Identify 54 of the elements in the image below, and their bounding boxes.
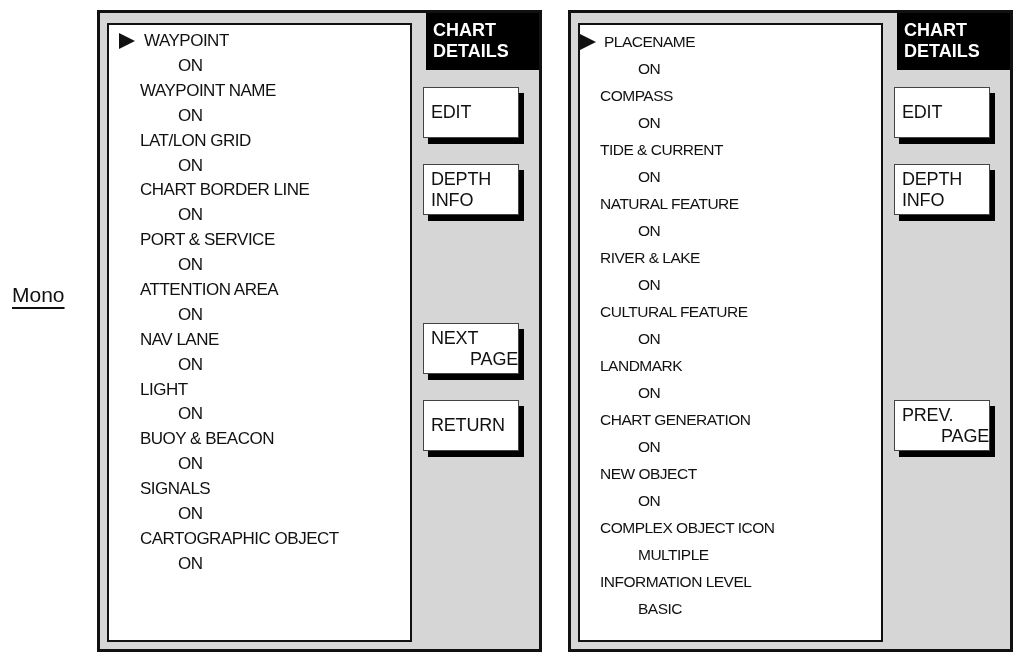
setting-value: ON: [178, 505, 203, 524]
menu-title: CHART DETAILS: [897, 13, 1010, 70]
soft-key[interactable]: NEXT PAGE: [423, 323, 524, 380]
setting-name[interactable]: LIGHT: [140, 380, 188, 400]
mode-caption: Mono: [12, 283, 65, 306]
setting-value: ON: [178, 206, 203, 225]
setting-value: ON: [178, 455, 203, 474]
soft-key[interactable]: EDIT: [423, 87, 524, 144]
setting-name[interactable]: SIGNALS: [140, 480, 211, 499]
soft-key[interactable]: EDIT: [894, 87, 995, 144]
setting-name[interactable]: CARTOGRAPHIC OBJECT: [140, 529, 339, 549]
setting-name[interactable]: NEW OBJECT: [600, 465, 697, 483]
setting-name[interactable]: CHART GENERATION: [600, 411, 751, 429]
setting-value: ON: [638, 60, 661, 78]
setting-name[interactable]: COMPASS: [600, 87, 673, 105]
setting-name[interactable]: WAYPOINT NAME: [140, 81, 276, 101]
setting-name[interactable]: RIVER & LAKE: [600, 249, 700, 267]
setting-value: ON: [178, 156, 203, 176]
setting-value: ON: [178, 57, 203, 76]
setting-name[interactable]: NAV LANE: [140, 330, 219, 350]
setting-value: ON: [638, 384, 661, 402]
setting-name[interactable]: ATTENTION AREA: [140, 281, 279, 300]
setting-name[interactable]: COMPLEX OBJECT ICON: [600, 519, 775, 537]
setting-value: BASIC: [638, 600, 682, 618]
setting-value: ON: [638, 168, 661, 186]
setting-name[interactable]: BUOY & BEACON: [140, 430, 274, 450]
setting-name[interactable]: LAT/LON GRID: [140, 131, 251, 151]
setting-value: ON: [178, 305, 203, 325]
setting-name[interactable]: CHART BORDER LINE: [140, 181, 310, 201]
menu-title: CHART DETAILS: [426, 13, 539, 70]
setting-value: ON: [178, 106, 203, 126]
setting-value: ON: [638, 222, 661, 240]
soft-key[interactable]: DEPTH INFO: [894, 164, 995, 221]
setting-value: ON: [638, 438, 661, 456]
setting-name[interactable]: PLACENAME: [604, 33, 696, 51]
setting-value: ON: [638, 114, 661, 132]
soft-key[interactable]: RETURN: [423, 400, 524, 457]
setting-name[interactable]: LANDMARK: [600, 357, 683, 375]
setting-value: ON: [178, 256, 203, 275]
setting-name[interactable]: INFORMATION LEVEL: [600, 573, 752, 591]
setting-name[interactable]: PORT & SERVICE: [140, 231, 275, 250]
setting-value: ON: [638, 276, 661, 294]
setting-name[interactable]: WAYPOINT: [144, 32, 229, 51]
setting-value: ON: [178, 355, 203, 375]
setting-name[interactable]: TIDE & CURRENT: [600, 141, 724, 159]
setting-value: ON: [178, 554, 203, 574]
soft-key[interactable]: DEPTH INFO: [423, 164, 524, 221]
setting-value: ON: [178, 405, 203, 425]
setting-value: ON: [638, 330, 661, 348]
setting-name[interactable]: CULTURAL FEATURE: [600, 303, 748, 321]
soft-key[interactable]: PREV. PAGE: [894, 400, 995, 457]
setting-value: MULTIPLE: [638, 546, 709, 564]
setting-value: ON: [638, 492, 661, 510]
setting-name[interactable]: NATURAL FEATURE: [600, 195, 739, 213]
